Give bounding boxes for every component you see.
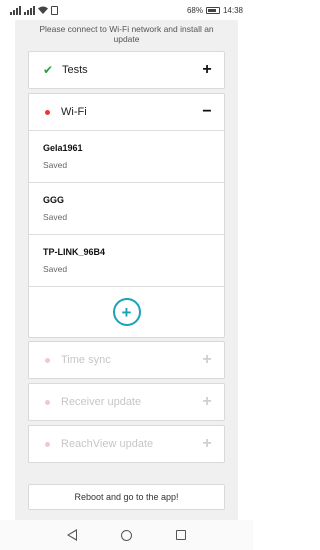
expand-reachview-update-icon[interactable]: +	[200, 436, 214, 452]
recent-apps-icon[interactable]	[176, 530, 186, 540]
wifi-header[interactable]: Wi-Fi −	[29, 94, 224, 130]
receiver-update-header[interactable]: Receiver update +	[29, 384, 224, 420]
receiver-update-card: Receiver update +	[28, 383, 225, 421]
network-name: TP-LINK_96B4	[43, 247, 106, 257]
expand-time-sync-icon[interactable]: +	[200, 352, 214, 368]
battery-percent: 68%	[186, 5, 203, 15]
reachview-update-title: ReachView update	[61, 438, 154, 450]
network-item[interactable]: GGG Saved	[29, 182, 224, 234]
intro-text: Please connect to Wi-Fi network and inst…	[39, 24, 214, 44]
expand-receiver-update-icon[interactable]: +	[200, 394, 214, 410]
wifi-status-dot-icon	[45, 109, 50, 115]
signal-icon-2	[24, 5, 35, 15]
vibrate-icon	[51, 5, 58, 15]
reachview-update-status-dot-icon	[45, 441, 50, 447]
network-status: Saved	[43, 160, 68, 170]
network-item[interactable]: TP-LINK_96B4 Saved	[29, 234, 224, 286]
tests-title: Tests	[62, 64, 88, 76]
reboot-button[interactable]: Reboot and go to the app!	[28, 484, 225, 510]
time-sync-header[interactable]: Time sync +	[29, 342, 224, 378]
setup-panel: Please connect to Wi-Fi network and inst…	[15, 20, 238, 520]
receiver-update-title: Receiver update	[61, 396, 142, 408]
wifi-icon	[38, 6, 48, 14]
status-icons-right: 68% 14:38	[187, 6, 243, 15]
wifi-title: Wi-Fi	[61, 106, 87, 118]
time-sync-status-dot-icon	[45, 357, 50, 363]
expand-tests-icon[interactable]: +	[200, 62, 214, 78]
network-status: Saved	[43, 264, 68, 274]
collapse-wifi-icon[interactable]: −	[200, 104, 214, 120]
back-icon[interactable]	[67, 529, 77, 541]
check-icon: ✔	[42, 63, 54, 77]
network-item[interactable]: Gela1961 Saved	[29, 130, 224, 182]
network-name: GGG	[43, 195, 65, 205]
wifi-card: Wi-Fi − Gela1961 Saved GGG Saved TP-LINK…	[28, 93, 225, 338]
time-sync-card: Time sync +	[28, 341, 225, 379]
clock: 14:38	[222, 5, 243, 15]
add-network-button[interactable]: +	[112, 298, 141, 326]
reachview-update-header[interactable]: ReachView update +	[29, 426, 224, 462]
time-sync-title: Time sync	[61, 354, 111, 366]
navigation-bar	[0, 520, 253, 550]
home-icon[interactable]	[121, 529, 132, 541]
reachview-update-card: ReachView update +	[28, 425, 225, 463]
status-bar: 68% 14:38	[0, 0, 253, 20]
tests-header[interactable]: ✔ Tests +	[29, 52, 224, 88]
receiver-update-status-dot-icon	[45, 399, 50, 405]
signal-icon	[10, 5, 21, 15]
add-network-row: +	[29, 286, 224, 337]
status-icons-left	[10, 5, 58, 15]
tests-card: ✔ Tests +	[28, 51, 225, 89]
battery-icon	[205, 6, 220, 14]
network-status: Saved	[43, 212, 68, 222]
network-name: Gela1961	[43, 143, 83, 153]
